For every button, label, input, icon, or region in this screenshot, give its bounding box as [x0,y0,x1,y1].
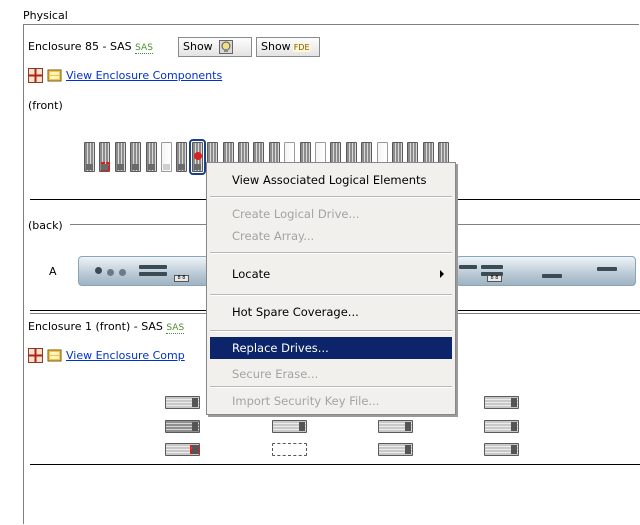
drive-slot[interactable] [484,396,519,409]
show-locate-button[interactable]: Show [178,37,252,57]
enclosure-1-title-text: Enclosure 1 (front) - SAS [28,320,163,333]
enclosure-components-icon[interactable] [28,68,43,83]
port-indicator: 8 8 [174,275,189,282]
menu-item-create-logical-drive[interactable]: Create Logical Drive... [210,203,452,225]
drive-slot[interactable] [146,142,157,172]
drive-slot[interactable] [378,443,413,456]
menu-separator [210,252,452,254]
controller-a-label: A [49,265,57,278]
enclosure-components-icon[interactable] [28,348,43,363]
lightbulb-icon [219,40,234,54]
selected-drive-slot[interactable] [189,139,206,175]
back-label: (back) [28,219,63,232]
enclosure-1-title: Enclosure 1 (front) - SAS SAS [28,320,185,334]
show-fde-label: Show [261,40,291,53]
port-indicator: 8 8 [487,275,502,282]
menu-item-view-associated-logical-elements[interactable]: View Associated Logical Elements [210,169,452,191]
menu-separator [210,330,452,332]
menu-item-replace-drives[interactable]: Replace Drives... [210,337,452,359]
empty-drive-slot[interactable] [272,443,307,456]
drive-slot[interactable]: + [165,443,200,456]
drive-slot[interactable] [484,443,519,456]
controller-b-chassis[interactable]: 8 8 [456,256,636,286]
drive-slot[interactable] [130,142,141,172]
drive-slot[interactable]: + [99,142,110,172]
enclosure-85-title-text: Enclosure 85 - SAS [28,40,132,53]
show-fde-button[interactable]: Show FDE [256,37,320,57]
sas-badge: SAS [166,323,185,334]
panel-title: Physical [23,9,68,22]
menu-item-import-security-key-file[interactable]: Import Security Key File... [210,390,452,412]
drive-context-menu: View Associated Logical Elements Create … [206,162,456,415]
menu-item-secure-erase[interactable]: Secure Erase... [210,363,452,385]
view-enclosure-components-link[interactable]: View Enclosure Comp [66,349,185,362]
menu-separator [210,196,452,198]
drive-slot[interactable] [161,142,172,172]
drive-slot[interactable] [165,396,200,409]
drive-slot[interactable] [272,420,307,433]
drive-slot[interactable] [115,142,126,172]
enclosure-85-title: Enclosure 85 - SAS SAS [28,40,153,54]
drive-slot[interactable] [176,142,187,172]
enclosure-view-icon[interactable] [47,348,62,363]
menu-item-create-array[interactable]: Create Array... [210,225,452,247]
fde-tag: FDE [292,43,311,52]
drive-slot[interactable] [165,420,200,433]
sas-badge: SAS [135,43,153,54]
drive-slot[interactable] [484,420,519,433]
front-label: (front) [28,99,63,112]
menu-spacer [210,273,452,295]
enclosure-view-icon[interactable] [47,68,62,83]
hot-spare-icon: + [101,161,110,171]
drive-slot[interactable] [84,142,95,172]
hot-spare-icon: + [190,444,199,454]
menu-separator [210,386,452,388]
separator [30,464,640,465]
failed-drive-icon [194,152,202,160]
menu-item-hot-spare-coverage[interactable]: Hot Spare Coverage... [210,301,452,323]
view-enclosure-components-link[interactable]: View Enclosure Components [66,69,222,82]
show-button-label: Show [183,40,213,53]
drive-slot[interactable] [378,420,413,433]
